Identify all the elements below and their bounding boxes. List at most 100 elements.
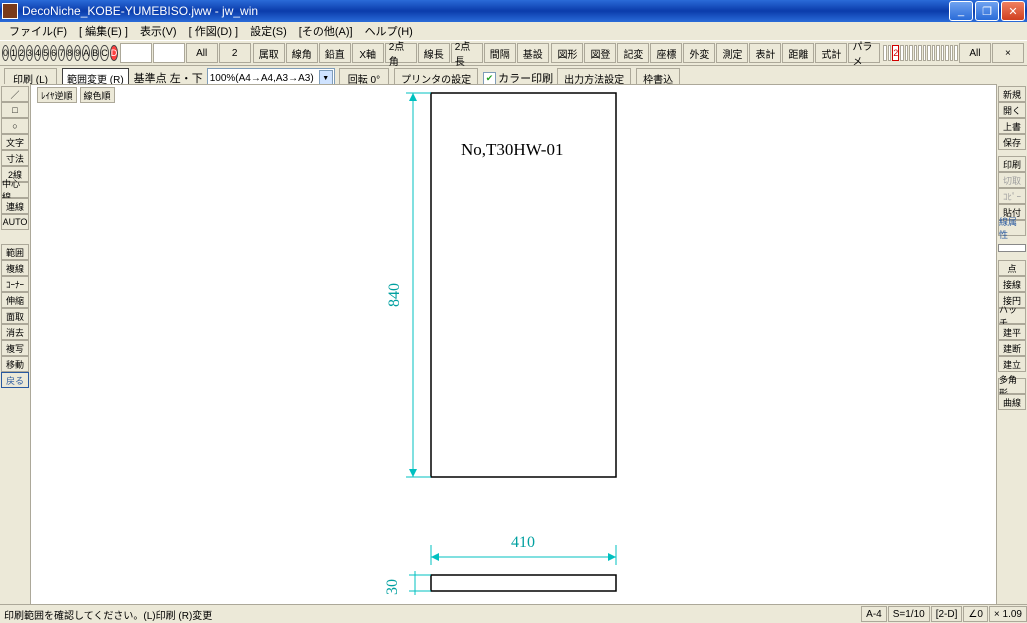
layer-a[interactable]: A (82, 45, 90, 61)
tab-1[interactable] (888, 45, 892, 61)
minimize-button[interactable]: _ (949, 1, 973, 21)
tab-3[interactable] (900, 45, 904, 61)
tool-copy[interactable]: 複写 (1, 340, 29, 356)
tb-gaihen[interactable]: 外変 (683, 43, 715, 63)
tb-senkaku[interactable]: 線角 (286, 43, 318, 63)
tb-2tenkaku[interactable]: 2点角 (385, 43, 417, 63)
status-mult[interactable]: × 1.09 (989, 606, 1027, 622)
tb-sencho[interactable]: 線長 (418, 43, 450, 63)
layer-5[interactable]: 5 (42, 45, 49, 61)
tool-curve[interactable]: 曲線 (998, 394, 1026, 410)
tb-sokutei[interactable]: 測定 (716, 43, 748, 63)
layer-color-swatch2[interactable] (153, 43, 185, 63)
tb-xjiku[interactable]: X軸 (352, 43, 384, 63)
tab-all[interactable]: All (959, 43, 991, 63)
layer-0[interactable]: 0 (2, 45, 9, 61)
edit-cut[interactable]: 切取 (998, 172, 1026, 188)
file-new[interactable]: 新規 (998, 86, 1026, 102)
maximize-button[interactable]: ❐ (975, 1, 999, 21)
tab-7[interactable] (918, 45, 922, 61)
tab-e[interactable] (950, 45, 954, 61)
tb-kyori[interactable]: 距離 (782, 43, 814, 63)
menu-file[interactable]: ファイル(F) (4, 22, 72, 40)
layer-1[interactable]: 1 (10, 45, 17, 61)
snap-tangent[interactable]: 接線 (998, 276, 1026, 292)
tb-hyokei[interactable]: 表計 (749, 43, 781, 63)
tb-kankaku[interactable]: 間隔 (484, 43, 516, 63)
tool-offset[interactable]: 複線 (1, 260, 29, 276)
tab-4[interactable] (905, 45, 909, 61)
layer-3[interactable]: 3 (26, 45, 33, 61)
status-angle[interactable]: ∠0 (963, 606, 988, 622)
tool-hatch[interactable]: ハッチ (998, 308, 1026, 324)
tool-text[interactable]: 文字 (1, 134, 29, 150)
drawing-canvas[interactable]: ﾚｲﾔ逆順 線色順 No,T30HW-01 840 410 (30, 84, 997, 605)
snap-point[interactable]: 点 (998, 260, 1026, 276)
status-paper[interactable]: A-4 (861, 606, 887, 622)
tool-polygon[interactable]: 多角形 (998, 378, 1026, 394)
file-saveas[interactable]: 保存 (998, 134, 1026, 150)
tb-zuto[interactable]: 図登 (584, 43, 616, 63)
tool-polyline[interactable]: 連線 (1, 198, 29, 214)
status-scale[interactable]: S=1/10 (888, 606, 930, 622)
tool-circle[interactable]: ○ (1, 118, 29, 134)
tool-kenpei[interactable]: 建平 (998, 324, 1026, 340)
tool-kenritsu[interactable]: 建立 (998, 356, 1026, 372)
tab-0[interactable] (883, 45, 887, 61)
status-layer[interactable]: [2-D] (931, 606, 963, 622)
tool-auto[interactable]: AUTO (1, 214, 29, 230)
menu-other[interactable]: [その他(A)] (294, 22, 358, 40)
tool-range[interactable]: 範囲 (1, 244, 29, 260)
tab-f[interactable] (954, 45, 958, 61)
layer-8[interactable]: 8 (66, 45, 73, 61)
tb-param[interactable]: パラメ (848, 43, 880, 63)
layer-all-button[interactable]: All (186, 43, 218, 63)
tab-c[interactable] (941, 45, 945, 61)
tab-d[interactable] (945, 45, 949, 61)
tab-a[interactable] (932, 45, 936, 61)
layer-d[interactable]: D (110, 45, 119, 61)
tb-zokusei[interactable]: 属取 (253, 43, 285, 63)
menu-edit[interactable]: [ 編集(E) ] (74, 22, 133, 40)
tb-kihen[interactable]: 記変 (617, 43, 649, 63)
tb-kisetsu[interactable]: 基設 (517, 43, 549, 63)
tab-2[interactable]: 2 (892, 45, 899, 61)
color-bar[interactable] (998, 244, 1026, 252)
layer-c[interactable]: C (100, 45, 109, 61)
tb-zahyo[interactable]: 座標 (650, 43, 682, 63)
file-print[interactable]: 印刷 (998, 156, 1026, 172)
file-open[interactable]: 開く (998, 102, 1026, 118)
tab-5[interactable] (909, 45, 913, 61)
tool-line[interactable]: ／ (1, 86, 29, 102)
tool-erase[interactable]: 消去 (1, 324, 29, 340)
tb-2tencho[interactable]: 2点長 (451, 43, 483, 63)
close-button[interactable]: ✕ (1001, 1, 1025, 21)
menu-view[interactable]: 表示(V) (135, 22, 182, 40)
tb-enchoku[interactable]: 鉛直 (319, 43, 351, 63)
tab-9[interactable] (927, 45, 931, 61)
tb-zukei[interactable]: 図形 (551, 43, 583, 63)
tool-move[interactable]: 移動 (1, 356, 29, 372)
file-save[interactable]: 上書 (998, 118, 1026, 134)
tab-b[interactable] (936, 45, 940, 61)
menu-draw[interactable]: [ 作図(D) ] (184, 22, 244, 40)
layer-set-button[interactable]: 2 (219, 43, 251, 63)
layer-b[interactable]: B (91, 45, 99, 61)
tab-8[interactable] (923, 45, 927, 61)
tool-chamfer[interactable]: 面取 (1, 308, 29, 324)
line-attr[interactable]: 線属性 (998, 220, 1026, 236)
tab-x[interactable]: × (992, 43, 1024, 63)
tool-undo[interactable]: 戻る (1, 372, 29, 388)
edit-copy[interactable]: ｺﾋﾟｰ (998, 188, 1026, 204)
tool-extend[interactable]: 伸縮 (1, 292, 29, 308)
layer-6[interactable]: 6 (50, 45, 57, 61)
layer-2[interactable]: 2 (18, 45, 25, 61)
tool-corner[interactable]: ｺｰﾅｰ (1, 276, 29, 292)
layer-color-swatch[interactable] (120, 43, 152, 63)
layer-4[interactable]: 4 (34, 45, 41, 61)
tool-dimension[interactable]: 寸法 (1, 150, 29, 166)
tool-kendan[interactable]: 建断 (998, 340, 1026, 356)
tab-6[interactable] (914, 45, 918, 61)
menu-settings[interactable]: 設定(S) (245, 22, 292, 40)
tool-centerline[interactable]: 中心線 (1, 182, 29, 198)
